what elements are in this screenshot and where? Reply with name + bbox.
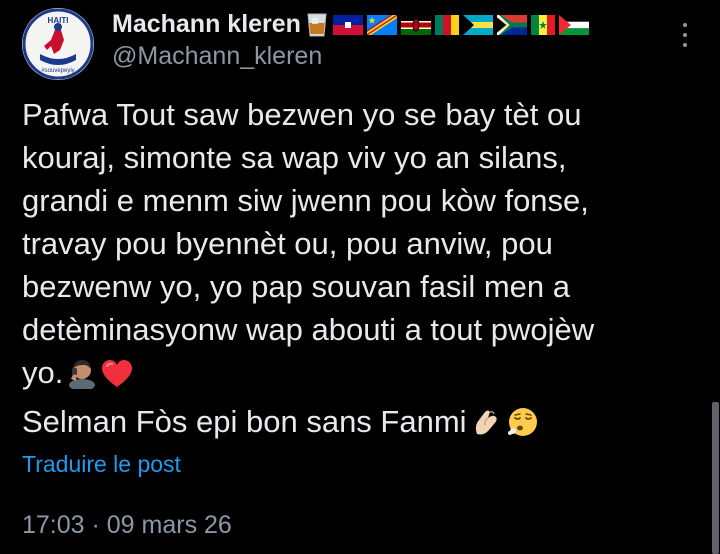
face-exhaling-emoji — [507, 406, 539, 449]
tweet-line: bezwenw yo, yo pap souvan fasil men a — [22, 269, 570, 304]
tweet-line: Pafwa Tout saw bezwen yo se bay tèt ou — [22, 97, 582, 132]
tweet-line-with-emoji: yo. — [22, 351, 702, 400]
tweet-line-text: Selman Fòs epi bon sans Fanmi — [22, 404, 467, 439]
flag-palestine-icon — [558, 14, 589, 35]
tweet-line-text: yo. — [22, 355, 64, 390]
flag-haiti-icon — [332, 14, 363, 35]
display-name[interactable]: Machann kleren — [112, 10, 589, 39]
svg-text:#souvepeyiy: #souvepeyiy — [41, 68, 74, 74]
flag-bahamas-icon — [462, 14, 493, 35]
tweet-line-with-emoji: Selman Fòs epi bon sans Fanmi — [22, 400, 702, 449]
red-heart-emoji — [101, 357, 133, 400]
flag-senegal-icon — [530, 14, 555, 35]
flag-dr-congo-icon — [366, 14, 397, 35]
display-name-text: Machann kleren — [112, 10, 301, 38]
name-emoji-group — [305, 12, 589, 38]
tweet-text: Pafwa Tout saw bezwen yo se bay tèt ou k… — [22, 93, 702, 449]
user-handle[interactable]: @Machann_kleren — [112, 42, 322, 71]
more-options-icon[interactable] — [676, 20, 694, 50]
tweet-line: kouraj, simonte sa wap viv yo an silans, — [22, 140, 567, 175]
tweet-line: travay pou byennèt ou, pou anviw, pou — [22, 226, 553, 261]
translate-post-link[interactable]: Traduire le post — [22, 451, 181, 478]
tweet-line: detèminasyonw wap abouti a tout pwojèw — [22, 312, 595, 347]
post-timestamp[interactable]: 17:03 · 09 mars 26 — [22, 511, 232, 540]
tumbler-glass-icon — [307, 13, 327, 36]
tweet-line: grandi e menm siw jwenn pou kòw fonse, — [22, 183, 589, 218]
pinching-hand-emoji — [471, 406, 503, 449]
man-on-phone-emoji — [67, 357, 97, 400]
flag-cameroon-icon — [434, 14, 459, 35]
svg-text:HAITI: HAITI — [48, 16, 69, 25]
flag-south-africa-icon — [496, 14, 527, 35]
avatar[interactable]: HAITI #souvepeyiy — [22, 8, 94, 80]
scrollbar-thumb[interactable] — [712, 402, 719, 554]
flag-kenya-icon — [400, 14, 431, 35]
